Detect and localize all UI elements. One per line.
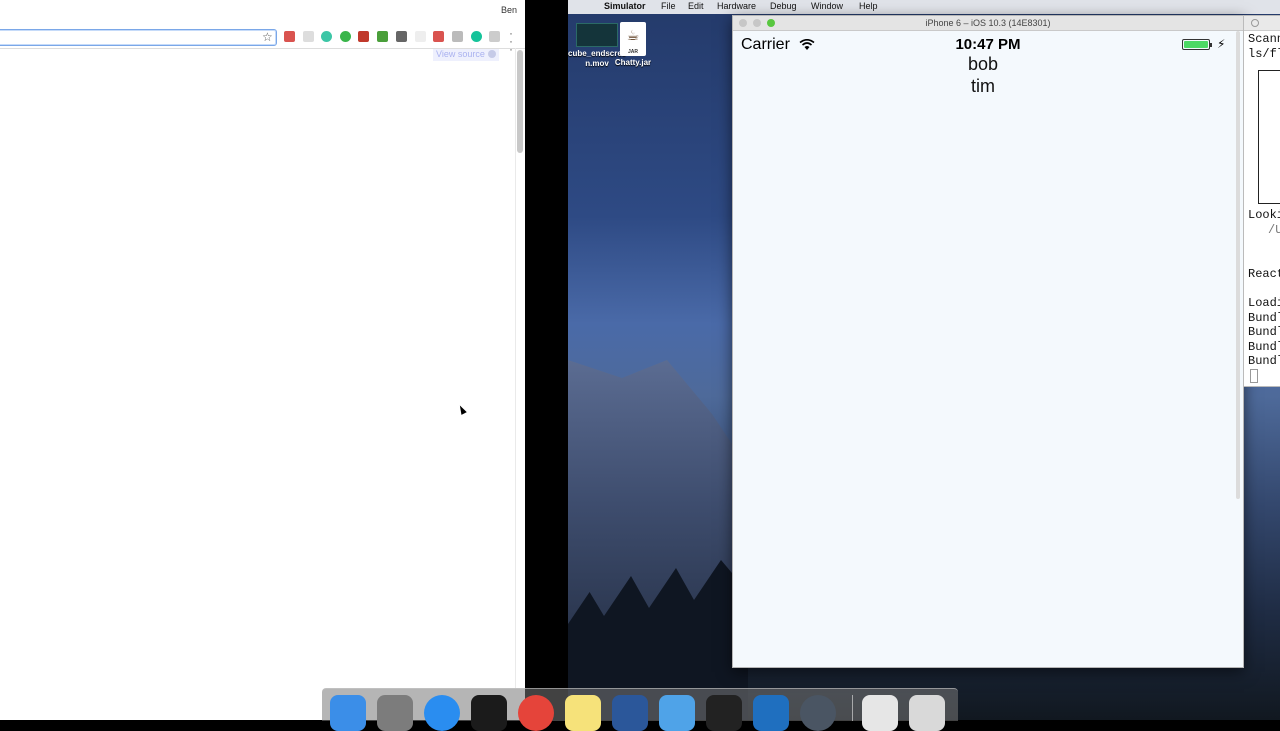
chrome-menu-icon[interactable]: · · ·	[509, 27, 513, 55]
terminal-line: Bundl	[1248, 325, 1280, 339]
menu-debug[interactable]: Debug	[770, 1, 797, 11]
clock-label: 10:47 PM	[955, 36, 1021, 53]
close-icon[interactable]	[487, 50, 496, 58]
dock	[322, 688, 958, 731]
desktop-icon-jar[interactable]: ☕ JAR Chatty.jar	[612, 22, 654, 68]
b-circle-icon[interactable]	[340, 31, 351, 42]
terminal-icon[interactable]	[706, 695, 742, 731]
blank-ext-icon[interactable]	[415, 31, 426, 42]
address-bar[interactable]	[0, 29, 277, 46]
dock-separator	[852, 695, 853, 721]
name-list: bob tim	[733, 53, 1233, 97]
v-icon[interactable]	[377, 31, 388, 42]
page-scrollbar[interactable]	[517, 50, 523, 153]
grammarly-icon[interactable]	[471, 31, 482, 42]
chrome-window: Ben ☆ · · · View source	[0, 0, 525, 720]
list-item[interactable]: tim	[733, 75, 1233, 97]
chrome-icon[interactable]	[518, 695, 554, 731]
charging-bolt-icon: ⚡	[1217, 37, 1226, 51]
devtools-divider	[515, 48, 516, 688]
pocket-icon[interactable]	[396, 31, 407, 42]
m-circle-icon[interactable]	[321, 31, 332, 42]
menu-app-name[interactable]: Simulator	[604, 1, 646, 11]
simulator-scrollbar[interactable]	[1236, 31, 1240, 499]
terminal-window: Scann ls/fl Looki /U React Loadi Bundl B…	[1243, 15, 1280, 387]
jar-file-icon: ☕ JAR	[620, 22, 646, 56]
simulator-titlebar[interactable]: iPhone 6 – iOS 10.3 (14E8301)	[733, 16, 1243, 31]
terminal-line: React	[1248, 267, 1280, 281]
terminal-line: Loadi	[1248, 296, 1280, 310]
close-window-icon[interactable]	[739, 19, 747, 27]
battery-nub	[1210, 43, 1212, 47]
grid-icon[interactable]	[452, 31, 463, 42]
menu-edit[interactable]: Edit	[688, 1, 704, 11]
terminal-green-icon[interactable]	[471, 695, 507, 731]
minimize-window-icon[interactable]	[753, 19, 761, 27]
battery-fill	[1184, 41, 1208, 48]
terminal-banner-box	[1258, 70, 1280, 204]
battery-icon	[1182, 39, 1212, 50]
terminal-line: Bundl	[1248, 354, 1280, 368]
ios-status-bar: Carrier 10:47 PM ⚡	[733, 33, 1243, 55]
app-store-icon[interactable]	[424, 695, 460, 731]
one-icon[interactable]	[433, 31, 444, 42]
lastpass-icon[interactable]	[284, 31, 295, 42]
terminal-line: Scann	[1248, 32, 1280, 46]
simulator-window-title: iPhone 6 – iOS 10.3 (14E8301)	[925, 18, 1051, 28]
ublock-icon[interactable]	[358, 31, 369, 42]
stickies-icon[interactable]	[565, 695, 601, 731]
mac-menubar: Simulator File Edit Hardware Debug Windo…	[568, 0, 1280, 14]
terminal-line: Bundl	[1248, 311, 1280, 325]
documents-icon[interactable]	[862, 695, 898, 731]
zoom-window-icon[interactable]	[767, 19, 775, 27]
system-preferences-icon[interactable]	[377, 695, 413, 731]
close-window-icon[interactable]	[1251, 19, 1259, 27]
trash-icon[interactable]	[909, 695, 945, 731]
terminal-line: ls/fl	[1248, 47, 1280, 61]
view-source-link[interactable]: View source	[436, 49, 485, 59]
vscode-icon[interactable]	[753, 695, 789, 731]
menu-window[interactable]: Window	[811, 1, 843, 11]
menu-help[interactable]: Help	[859, 1, 878, 11]
mouse-pointer-icon	[457, 404, 467, 415]
terminal-line: Looki	[1248, 208, 1280, 222]
finder-icon[interactable]	[330, 695, 366, 731]
menu-hardware[interactable]: Hardware	[717, 1, 756, 11]
list-item[interactable]: bob	[733, 53, 1233, 75]
tab-icon[interactable]	[489, 31, 500, 42]
view-source-chip[interactable]: View source	[433, 49, 499, 61]
desktop-icon-label: Chatty.jar	[614, 58, 652, 67]
chrome-profile-name[interactable]: Ben	[501, 5, 517, 15]
xcode-icon[interactable]	[659, 695, 695, 731]
terminal-titlebar[interactable]	[1244, 16, 1280, 31]
terminal-line: /U	[1268, 223, 1280, 237]
menu-file[interactable]: File	[661, 1, 676, 11]
quicktime-icon[interactable]	[800, 695, 836, 731]
terminal-cursor	[1250, 369, 1258, 383]
jar-badge: JAR	[627, 49, 638, 55]
simulator-window: iPhone 6 – iOS 10.3 (14E8301) Carrier 10…	[732, 15, 1244, 668]
feather-icon[interactable]	[303, 31, 314, 42]
word-icon[interactable]	[612, 695, 648, 731]
bookmark-star-icon[interactable]: ☆	[262, 30, 273, 44]
terminal-line: Bundl	[1248, 340, 1280, 354]
